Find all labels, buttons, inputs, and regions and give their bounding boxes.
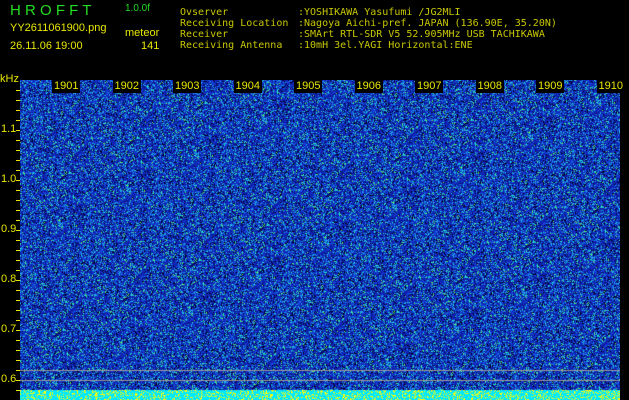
time-label: 1908: [475, 80, 504, 93]
y-tick: [16, 110, 20, 111]
y-tick: [16, 100, 20, 101]
filename: YY2611061900.png: [10, 22, 107, 34]
info-receiver: Receiver:SMArt RTL-SDR V5 52.905MHz USB …: [180, 29, 545, 40]
y-tick: [16, 140, 20, 141]
y-tick: [16, 340, 20, 341]
time-label: 1902: [112, 80, 141, 93]
y-tick: [16, 330, 20, 331]
time-label: 1906: [354, 80, 383, 93]
y-tick-label: 0.8: [1, 273, 17, 285]
y-tick: [16, 90, 20, 91]
y-tick: [16, 200, 20, 201]
y-tick: [16, 350, 20, 351]
time-label: 1901: [52, 80, 81, 93]
y-tick: [16, 390, 20, 391]
y-tick: [16, 310, 20, 311]
y-tick: [16, 370, 20, 371]
y-tick: [16, 250, 20, 251]
time-label: 1909: [536, 80, 565, 93]
y-tick: [16, 320, 20, 321]
y-tick: [16, 300, 20, 301]
time-label: 1904: [233, 80, 262, 93]
y-tick: [16, 220, 20, 221]
y-unit-label: kHz: [0, 73, 19, 85]
y-tick: [16, 380, 20, 381]
y-tick: [16, 240, 20, 241]
time-label: 1903: [173, 80, 202, 93]
y-tick: [16, 230, 20, 231]
time-label: 1910: [596, 80, 625, 93]
y-tick-label: 1.0: [1, 173, 17, 185]
y-tick: [16, 210, 20, 211]
detection-label: meteor: [125, 27, 160, 39]
y-tick: [16, 160, 20, 161]
y-tick: [16, 130, 20, 131]
hroft-window: H R O F F T 1.0.0f YY2611061900.png 26.1…: [0, 0, 629, 400]
y-tick: [16, 260, 20, 261]
time-label: 1905: [294, 80, 323, 93]
y-tick: [16, 270, 20, 271]
info-observer: Ovserver:YOSHIKAWA Yasufumi /JG2MLI: [180, 7, 461, 18]
y-tick-label: 1.1: [1, 123, 17, 135]
info-location: Receiving Location:Nagoya Aichi-pref. JA…: [180, 18, 557, 29]
y-tick: [16, 280, 20, 281]
y-tick: [16, 190, 20, 191]
info-antenna: Receiving Antenna:10mH 3el.YAGI Horizont…: [180, 40, 473, 51]
y-tick-label: 0.6: [1, 373, 17, 385]
y-tick: [16, 170, 20, 171]
y-tick-label: 0.9: [1, 223, 17, 235]
datetime: 26.11.06 19:00: [10, 40, 83, 52]
y-tick: [16, 360, 20, 361]
app-title: H R O F F T: [10, 2, 92, 19]
y-tick: [16, 120, 20, 121]
time-label: 1907: [415, 80, 444, 93]
y-tick: [16, 150, 20, 151]
y-tick-label: 0.7: [1, 323, 17, 335]
y-tick: [16, 180, 20, 181]
version: 1.0.0f: [125, 3, 151, 14]
detection-count: 141: [141, 40, 160, 52]
spectrogram: [20, 80, 620, 400]
y-tick: [16, 290, 20, 291]
